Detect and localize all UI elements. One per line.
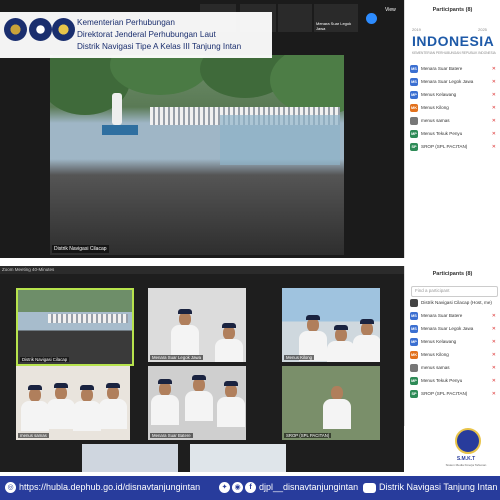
video-tile[interactable]: Menara Suar Batere (148, 366, 246, 440)
participants-panel-bottom: Participants (8) Find a participant Dist… (404, 266, 500, 426)
participant-row[interactable]: Distrik Navigasi Cilacap (Host, me) (410, 298, 498, 308)
view-button[interactable]: View (385, 7, 396, 13)
mic-muted-icon[interactable]: ✕ (492, 131, 496, 137)
thumbnail-video[interactable] (278, 4, 312, 32)
instagram-icon: ◉ (232, 482, 243, 493)
indonesia-badge: 2019 2025 INDONESIA KEMENTERIAN PERHUBUN… (406, 18, 496, 60)
mic-muted-icon[interactable]: ✕ (492, 391, 496, 397)
participant-row[interactable]: MK Menus Kilong ✕ (410, 103, 498, 113)
participant-row[interactable]: menus samas ✕ (410, 363, 498, 373)
meeting-title-bar: Zoom Meeting 40-Minutes (0, 266, 404, 274)
smkt-emblem-icon (455, 428, 481, 454)
participant-search-input[interactable]: Find a participant (411, 286, 498, 297)
participant-row[interactable]: MS Menara Suar Legok Jawa ✕ (410, 77, 498, 87)
participant-row[interactable]: MP Menus Kelawang ✕ (410, 90, 498, 100)
thumbnail-label: Menara Suar Legok Jawa (316, 21, 352, 31)
participants-title: Participants (8) (432, 7, 473, 13)
mic-muted-icon[interactable]: ✕ (492, 339, 496, 345)
participant-row[interactable]: menus samas ✕ (410, 116, 498, 126)
video-tile[interactable]: Menus Kilong (282, 288, 380, 362)
participants-title: Participants (8) (432, 271, 473, 277)
globe-icon: ◎ (5, 482, 16, 493)
mic-muted-icon[interactable]: ✕ (492, 118, 496, 124)
participant-row[interactable]: MS Menara Suar Legok Jawa ✕ (410, 324, 498, 334)
mic-muted-icon[interactable]: ✕ (492, 66, 496, 72)
twitter-icon: ✦ (219, 482, 230, 493)
mic-muted-icon[interactable]: ✕ (492, 79, 496, 85)
mic-muted-icon[interactable]: ✕ (492, 144, 496, 150)
thumbnail-video-legok[interactable]: Menara Suar Legok Jawa (314, 4, 358, 32)
youtube-icon (363, 483, 376, 493)
smkt-logo: S.M.K.T Sistem Media Kinerja Tahunan (438, 426, 494, 474)
ministry-name: Kementerian Perhubungan (77, 18, 175, 27)
facebook-icon: f (245, 482, 256, 493)
participant-row[interactable]: MP Menus Tekuk Penyu ✕ (410, 376, 498, 386)
mic-muted-icon[interactable]: ✕ (492, 365, 496, 371)
video-label: Distrik Navigasi Cilacap (52, 245, 109, 253)
participant-row[interactable]: MS Menara Suar Batere ✕ (410, 64, 498, 74)
header-banner: Kementerian Perhubungan Direktorat Jende… (0, 12, 272, 58)
participant-row[interactable]: MS Menara Suar Batere ✕ (410, 311, 498, 321)
video-tile[interactable]: menus samas (16, 366, 130, 440)
zoom-window-bottom: Zoom Meeting 40-Minutes Distrik Navigasi… (0, 266, 404, 472)
disnav-logo (52, 18, 75, 41)
mic-muted-icon[interactable]: ✕ (492, 105, 496, 111)
video-tile[interactable]: Distrik Navigasi Cilacap (16, 288, 134, 366)
video-tile[interactable]: Menara Suar Legok Jawa (148, 288, 246, 362)
badge-tagline: KEMENTERIAN PERHUBUNGAN REPUBLIK INDONES… (412, 51, 496, 55)
directorate-name: Direktorat Jenderal Perhubungan Laut (77, 30, 216, 39)
badge-word: INDONESIA (412, 33, 495, 49)
social-handle[interactable]: djpl__disnavtanjungintan (259, 482, 358, 492)
meeting-label: Zoom Meeting 40-Minutes (2, 267, 55, 272)
smkt-title: S.M.K.T (456, 456, 476, 462)
district-name: Distrik Navigasi Tipe A Kelas III Tanjun… (77, 42, 242, 51)
smkt-subtitle: Sistem Media Kinerja Tahunan (445, 463, 487, 467)
participant-row[interactable]: SP SROP (SPL PACITAN) ✕ (410, 389, 498, 399)
video-tile[interactable] (190, 444, 286, 472)
mic-muted-icon[interactable]: ✕ (492, 352, 496, 358)
mic-muted-icon[interactable]: ✕ (492, 313, 496, 319)
hubla-logo (29, 18, 52, 41)
participant-row[interactable]: MK Menus Kilong ✕ (410, 350, 498, 360)
website-link[interactable]: https://hubla.dephub.go.id/disnavtanjung… (19, 482, 200, 492)
participant-row[interactable]: MP Menus Tekuk Penyu ✕ (410, 129, 498, 139)
mic-muted-icon[interactable]: ✕ (492, 326, 496, 332)
participant-row[interactable]: MP Menus Kelawang ✕ (410, 337, 498, 347)
mic-muted-icon[interactable]: ✕ (492, 92, 496, 98)
mic-muted-icon[interactable]: ✕ (492, 378, 496, 384)
video-tile[interactable] (82, 444, 178, 472)
main-video-ceremony: Distrik Navigasi Cilacap (50, 55, 344, 255)
video-tile[interactable]: SROP (SPL PACITAN) (282, 366, 380, 440)
info-icon[interactable] (366, 13, 377, 24)
footer-bar: ◎ https://hubla.dephub.go.id/disnavtanju… (0, 476, 500, 500)
participant-row[interactable]: SP SROP (SPL PACITAN) ✕ (410, 142, 498, 152)
youtube-channel[interactable]: Distrik Navigasi Tanjung Intan (379, 482, 497, 492)
kemenhub-logo (4, 18, 27, 41)
